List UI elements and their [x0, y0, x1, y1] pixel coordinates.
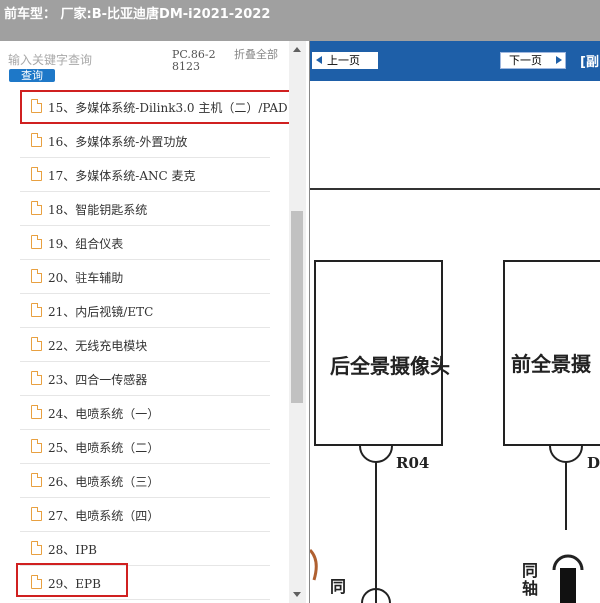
tree-item-label: 19、组合仪表	[48, 237, 124, 251]
right-coax-label: 同轴	[522, 561, 539, 598]
tree-item-label: 18、智能钥匙系统	[48, 203, 148, 217]
connector-r04-label: R04	[396, 454, 430, 472]
document-icon	[31, 473, 42, 487]
document-icon	[31, 507, 42, 521]
scroll-down-arrow-icon[interactable]	[293, 592, 301, 597]
tree-item-label: 16、多媒体系统-外置功放	[48, 135, 188, 149]
viewer-blank-area	[310, 81, 600, 190]
rear-camera-label: 后全景摄像头	[330, 354, 450, 378]
window-title: 前车型： 厂家:B-比亚迪唐DM-i2021-2022	[4, 7, 271, 22]
arrow-left-icon	[316, 56, 322, 64]
tree-item-24[interactable]: 24、电喷系统（一）	[20, 396, 270, 430]
scroll-up-arrow-icon[interactable]	[293, 47, 301, 52]
tree-item-label: 27、电喷系统（四）	[48, 509, 160, 523]
sidebar: 查询 PC.86-28123 折叠全部 15、多媒体系统-Dilink3.0 主…	[0, 41, 309, 603]
scroll-thumb[interactable]	[291, 211, 303, 403]
tree-item-27[interactable]: 27、电喷系统（四）	[20, 498, 270, 532]
document-icon	[31, 235, 42, 249]
tree-item-label: 20、驻车辅助	[48, 271, 124, 285]
prev-page-button[interactable]: 上一页	[312, 52, 378, 69]
tree-item-label: 21、内后视镜/ETC	[48, 305, 154, 319]
title-bar: 前车型： 厂家:B-比亚迪唐DM-i2021-2022	[0, 0, 600, 41]
document-title: [副	[580, 55, 599, 70]
tree-item-26[interactable]: 26、电喷系统（三）	[20, 464, 270, 498]
viewer-nav-bar: 上一页 下一页 [副	[310, 41, 600, 81]
tree-item-23[interactable]: 23、四合一传感器	[20, 362, 270, 396]
document-icon	[31, 439, 42, 453]
left-coax-label: 同	[330, 577, 347, 596]
next-page-label: 下一页	[509, 54, 542, 67]
tree-item-label: 22、无线充电模块	[48, 339, 148, 353]
tree-item-label: 24、电喷系统（一）	[48, 407, 160, 421]
tree-item-21[interactable]: 21、内后视镜/ETC	[20, 294, 270, 328]
tree-item-19[interactable]: 19、组合仪表	[20, 226, 270, 260]
front-camera-label: 前全景摄	[511, 352, 591, 376]
document-icon	[31, 337, 42, 351]
tree-item-28[interactable]: 28、IPB	[20, 532, 270, 566]
search-input[interactable]	[8, 51, 164, 69]
wiring-diagram: 后全景摄像头 前全景摄 R04 D 同 同轴	[310, 190, 600, 603]
tree-item-18[interactable]: 18、智能钥匙系统	[20, 192, 270, 226]
prev-page-label: 上一页	[327, 54, 360, 67]
front-camera-box: 前全景摄	[503, 260, 600, 446]
collapse-all-button[interactable]: 折叠全部	[234, 49, 278, 61]
document-icon	[31, 541, 42, 555]
tree-item-16[interactable]: 16、多媒体系统-外置功放	[20, 124, 270, 158]
tree-item-17[interactable]: 17、多媒体系统-ANC 麦克	[20, 158, 270, 192]
highlight-box-item-29	[16, 563, 128, 597]
connector-d-label: D	[587, 454, 600, 472]
document-icon	[31, 167, 42, 181]
tree-item-25[interactable]: 25、电喷系统（二）	[20, 430, 270, 464]
document-icon	[31, 371, 42, 385]
search-button[interactable]: 查询	[9, 69, 55, 82]
tree-item-label: 25、电喷系统（二）	[48, 441, 160, 455]
highlight-box-item-15	[20, 90, 299, 124]
tree-item-label: 26、电喷系统（三）	[48, 475, 160, 489]
arrow-right-icon	[556, 56, 562, 64]
page-code: PC.86-28123	[172, 48, 216, 73]
tree-item-22[interactable]: 22、无线充电模块	[20, 328, 270, 362]
document-icon	[31, 201, 42, 215]
search-area: 查询 PC.86-28123 折叠全部	[0, 41, 289, 89]
tree-item-label: 23、四合一传感器	[48, 373, 148, 387]
document-viewer: 上一页 下一页 [副 后全景摄像头 前全景摄 R04 D 同 同轴	[309, 41, 600, 603]
tree-item-label: 17、多媒体系统-ANC 麦克	[48, 169, 196, 183]
sidebar-scrollbar[interactable]	[289, 41, 306, 603]
tree-item-20[interactable]: 20、驻车辅助	[20, 260, 270, 294]
tree-item-label: 28、IPB	[48, 543, 97, 557]
document-icon	[31, 133, 42, 147]
document-icon	[31, 405, 42, 419]
next-page-button[interactable]: 下一页	[500, 52, 566, 69]
document-icon	[31, 269, 42, 283]
rear-camera-box: 后全景摄像头	[314, 260, 450, 446]
document-icon	[31, 303, 42, 317]
